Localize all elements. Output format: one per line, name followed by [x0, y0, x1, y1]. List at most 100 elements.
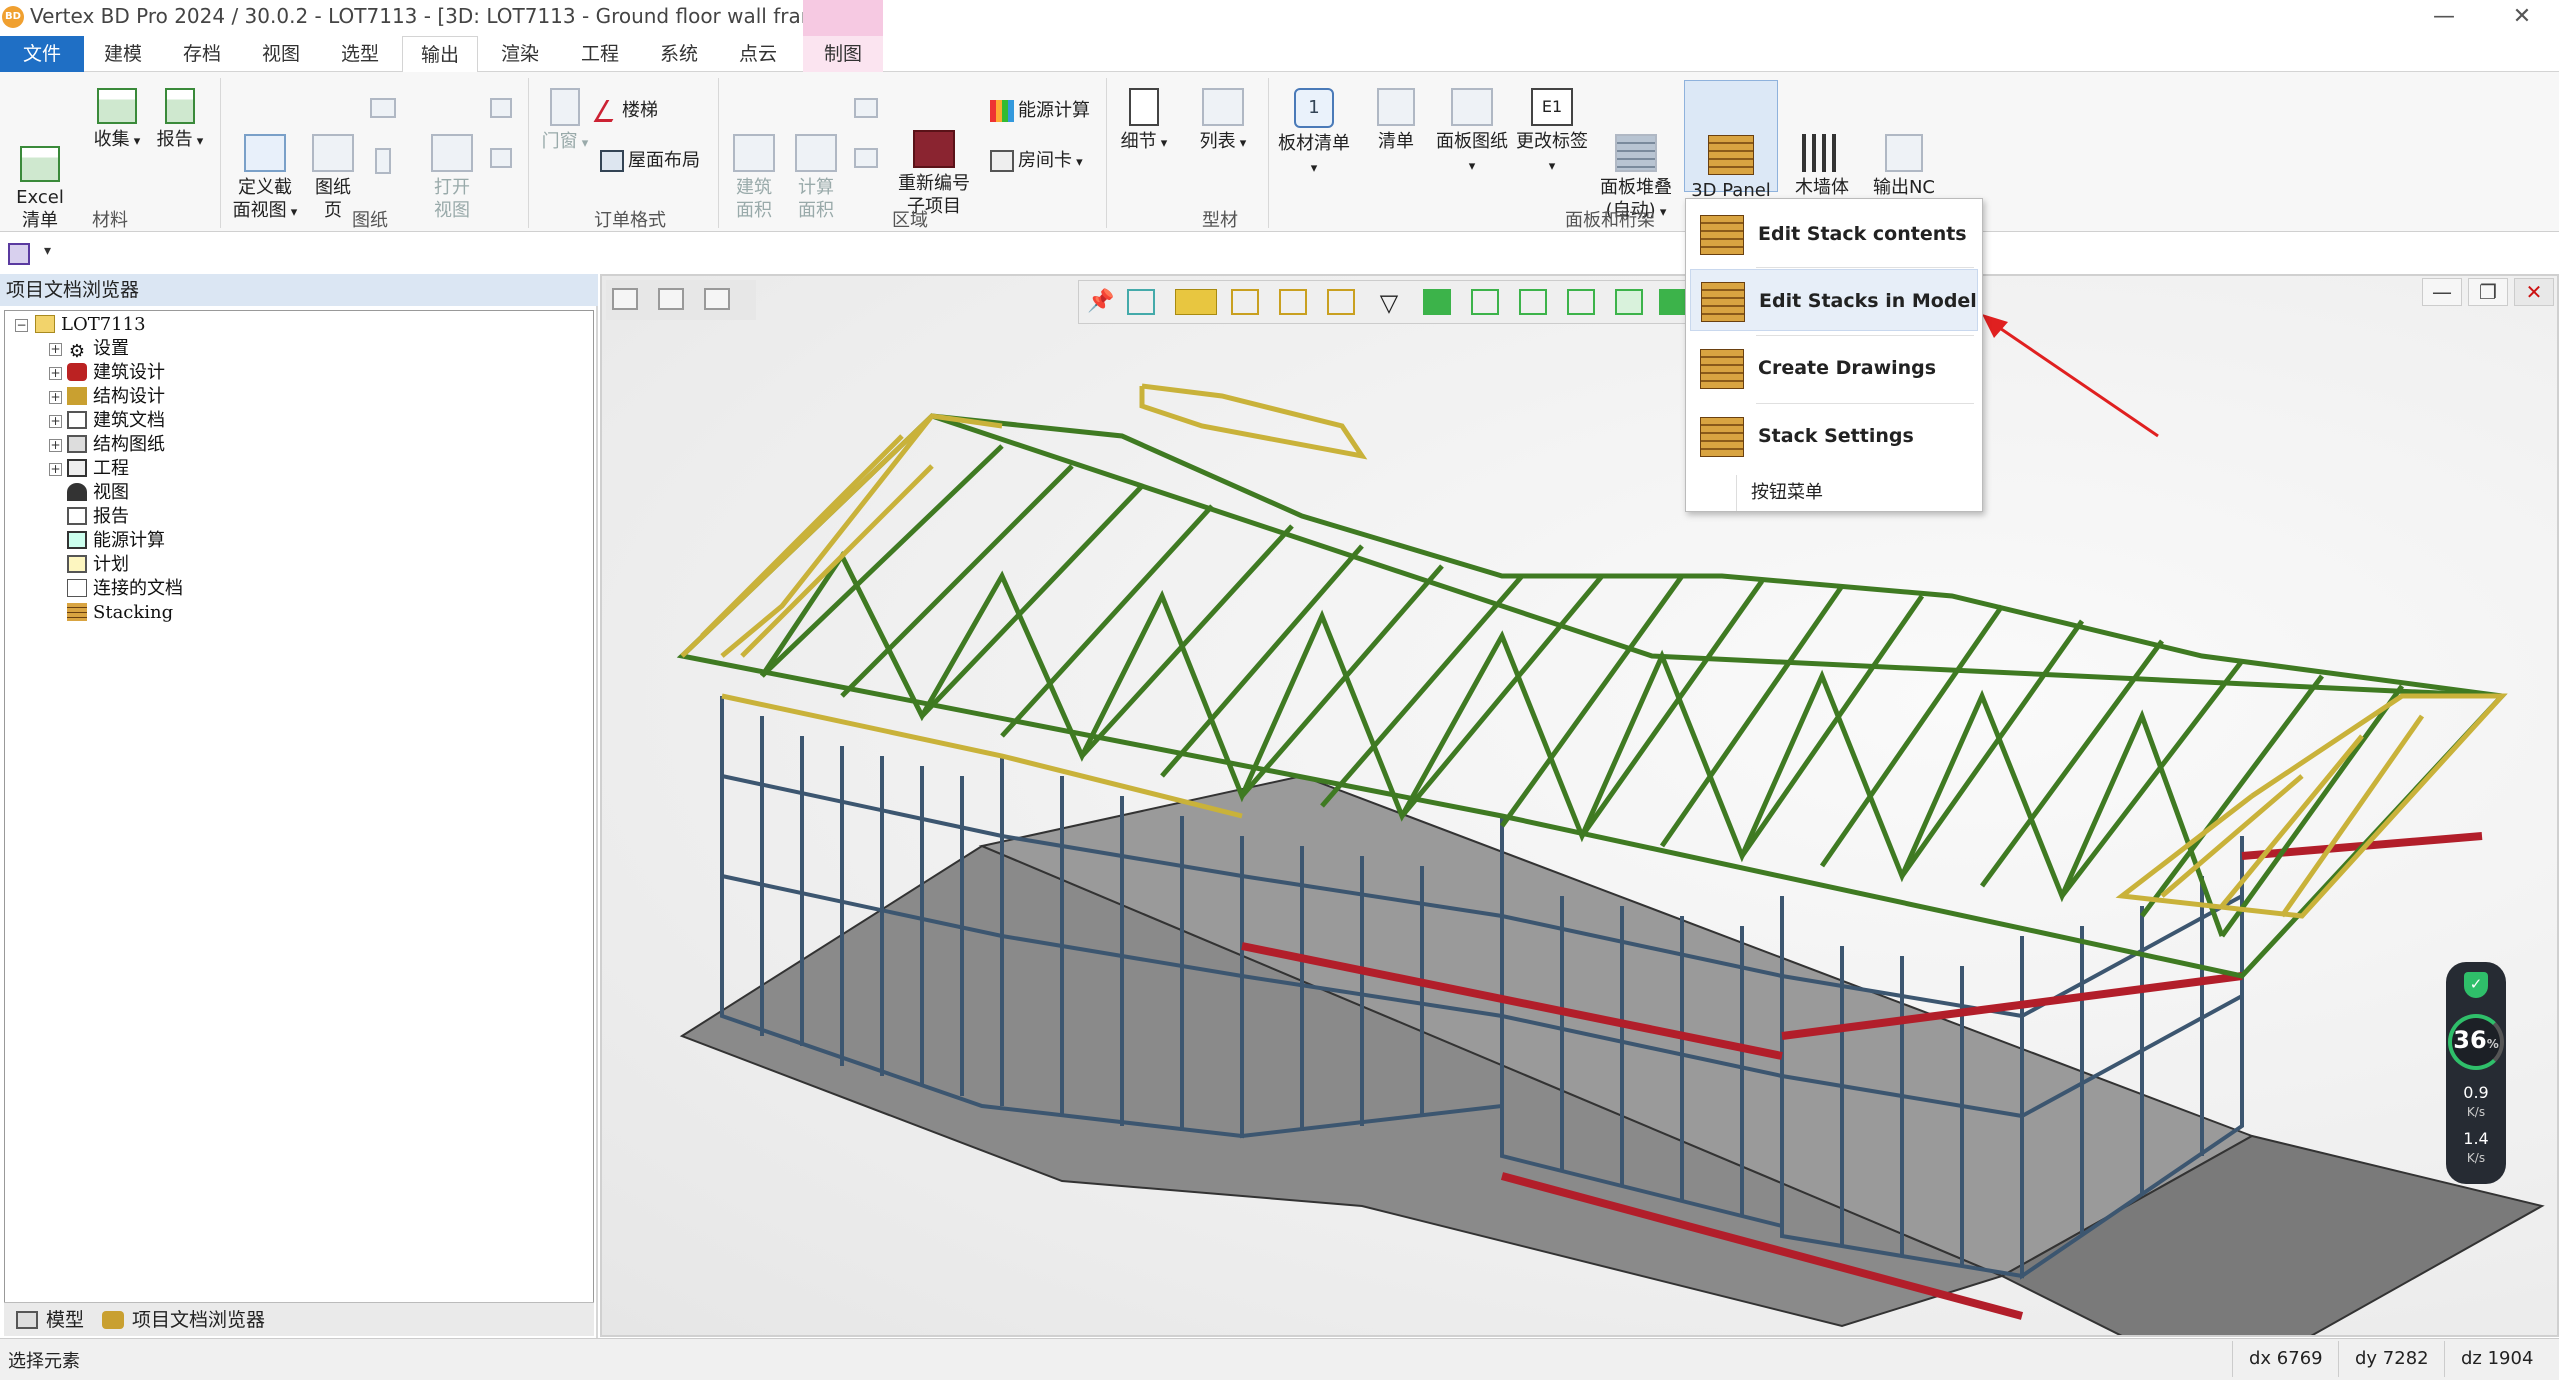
menu-edit-stacks-in-model[interactable]: Edit Stacks in Model — [1690, 269, 1978, 331]
panel-drawing-button[interactable]: 面板图纸 ▾ — [1434, 88, 1510, 178]
open-view-button[interactable]: 打开 视图 — [424, 88, 480, 245]
tab-project[interactable]: 工程 — [572, 36, 628, 72]
tab-archive[interactable]: 存档 — [174, 36, 230, 72]
qat-dropdown-icon[interactable]: ▾ — [44, 243, 51, 259]
excel-icon — [20, 146, 60, 182]
struct-design-icon — [67, 387, 87, 405]
tree-expander[interactable]: + — [49, 463, 62, 476]
tree-item-label: 计划 — [93, 554, 129, 575]
pin-icon[interactable]: 📌 — [1087, 289, 1115, 315]
tree-root[interactable]: LOT7113 — [35, 313, 146, 337]
tree-item-project[interactable]: 工程 — [67, 457, 129, 481]
tree-item-schedule[interactable]: 计划 — [67, 553, 129, 577]
tree-item-stacking[interactable]: Stacking — [67, 601, 173, 625]
view-add-button[interactable] — [488, 98, 514, 122]
minimize-button[interactable]: — — [2422, 2, 2466, 32]
tab-project-browser[interactable]: 项目文档浏览器 — [102, 1307, 265, 1333]
area-tool-button[interactable] — [852, 98, 880, 122]
door-window-button[interactable]: 门窗 — [540, 88, 590, 155]
energy-calc-button[interactable]: 能源计算 — [990, 98, 1090, 124]
custom-section-view-button[interactable]: 定义截 面视图 — [230, 88, 300, 247]
drawing-frame-button[interactable] — [368, 148, 398, 178]
tab-system[interactable]: 系统 — [651, 36, 707, 72]
close-button[interactable]: ✕ — [2500, 2, 2544, 32]
wire-box-icon[interactable] — [1471, 289, 1499, 315]
tab-modeling[interactable]: 建模 — [95, 36, 151, 72]
room-card-button[interactable]: 房间卡 — [990, 148, 1083, 176]
tab-render[interactable]: 渲染 — [492, 36, 548, 72]
app-logo-icon: BD — [2, 6, 24, 28]
tab-file[interactable]: 文件 — [0, 36, 84, 72]
measure-icon[interactable] — [1175, 289, 1217, 315]
detail-button[interactable]: 细节 — [1116, 88, 1172, 155]
area-label-button[interactable] — [852, 148, 880, 172]
tree-item-arch-docs[interactable]: 建筑文档 — [67, 409, 165, 433]
calc-area-button[interactable]: 计算 面积 — [792, 88, 840, 245]
gear-icon: ⚙ — [68, 341, 86, 362]
snap-angle-icon[interactable] — [1279, 289, 1307, 315]
change-tag-button[interactable]: E1 更改标签 ▾ — [1514, 88, 1590, 178]
filter-icon[interactable]: ▽ — [1375, 289, 1403, 317]
render-box-icon[interactable] — [1659, 289, 1687, 315]
view-remove-button[interactable] — [488, 148, 514, 172]
tab-point-cloud[interactable]: 点云 — [730, 36, 786, 72]
tab-model[interactable]: 模型 — [16, 1307, 84, 1333]
board-list-button[interactable]: 1 板材清单 ▾ — [1274, 88, 1354, 180]
panel-drawing-label: 面板图纸 — [1436, 131, 1508, 152]
tree-expander[interactable]: + — [49, 391, 62, 404]
drawing-options-button[interactable] — [368, 98, 398, 122]
building-area-button[interactable]: 建筑 面积 — [730, 88, 778, 245]
menu-edit-stack-contents[interactable]: Edit Stack contents — [1690, 203, 1978, 265]
tree-item-reports[interactable]: 报告 — [67, 505, 129, 529]
network-monitor-widget[interactable]: ✓ 36% 0.9 K/s 1.4 K/s — [2446, 962, 2506, 1184]
roof-layout-button[interactable]: 屋面布局 — [600, 148, 700, 174]
menu-create-drawings[interactable]: Create Drawings — [1690, 337, 1978, 399]
bom-button[interactable]: 清单 — [1374, 88, 1418, 153]
section-box-icon[interactable] — [1519, 289, 1547, 315]
tree-item-views[interactable]: 视图 — [67, 481, 129, 505]
building-area-label: 建筑 面积 — [736, 177, 772, 221]
tree-item-energy[interactable]: 能源计算 — [67, 529, 165, 553]
tab-selection[interactable]: 选型 — [332, 36, 388, 72]
menu-item-label: Create Drawings — [1758, 357, 1937, 379]
schedule-icon — [67, 555, 87, 573]
viewport-restore-button[interactable]: ❐ — [2468, 278, 2508, 306]
green-box-icon[interactable] — [1423, 289, 1451, 315]
list-button[interactable]: 列表 — [1190, 88, 1256, 155]
collect-icon — [97, 88, 137, 124]
3d-panel-stacking-button[interactable]: 3D Panel Stacking — [1684, 80, 1778, 224]
tree-item-label: 建筑设计 — [93, 362, 165, 383]
tree-expander[interactable]: + — [49, 439, 62, 452]
save-icon[interactable] — [8, 243, 30, 265]
tab-view[interactable]: 视图 — [253, 36, 309, 72]
tree-expander[interactable]: + — [49, 343, 62, 356]
collect-label: 收集 — [94, 129, 141, 150]
viewport-minimize-button[interactable]: — — [2422, 278, 2462, 306]
viewport-close-button[interactable]: ✕ — [2514, 278, 2554, 306]
clip-box-icon[interactable] — [1567, 289, 1595, 315]
tab-drafting[interactable]: 制图 — [803, 36, 883, 72]
snap-point-icon[interactable] — [1231, 289, 1259, 315]
snap-line-icon[interactable] — [1327, 289, 1355, 315]
tree-expander[interactable]: + — [49, 415, 62, 428]
tree-item-label: 报告 — [93, 506, 129, 527]
menu-stack-settings[interactable]: Stack Settings — [1690, 405, 1978, 467]
tree-expander[interactable]: − — [15, 319, 28, 332]
select-icon[interactable] — [1127, 289, 1155, 315]
tree-item-arch-design[interactable]: 建筑设计 — [67, 361, 165, 385]
calc-area-icon — [795, 134, 837, 172]
tree-item-settings[interactable]: ⚙ 设置 — [67, 337, 129, 361]
report-button[interactable]: 报告 — [152, 88, 208, 153]
tree-item-linked-docs[interactable]: 连接的文档 — [67, 577, 183, 601]
status-message: 选择元素 — [8, 1351, 80, 1372]
arch-docs-icon — [67, 411, 87, 429]
3d-viewport[interactable]: 📌 ▽ ✚ — ❐ ✕ — [600, 274, 2559, 1337]
tree-expander[interactable]: + — [49, 367, 62, 380]
tree-item-struct-design[interactable]: 结构设计 — [67, 385, 165, 409]
tree-item-struct-drawings[interactable]: 结构图纸 — [67, 433, 165, 457]
collect-button[interactable]: 收集 — [86, 88, 148, 153]
stairs-button[interactable]: 楼梯 — [593, 98, 658, 124]
solid-box-icon[interactable] — [1615, 289, 1643, 315]
detail-icon — [1129, 88, 1159, 126]
tab-output[interactable]: 输出 — [402, 36, 478, 73]
